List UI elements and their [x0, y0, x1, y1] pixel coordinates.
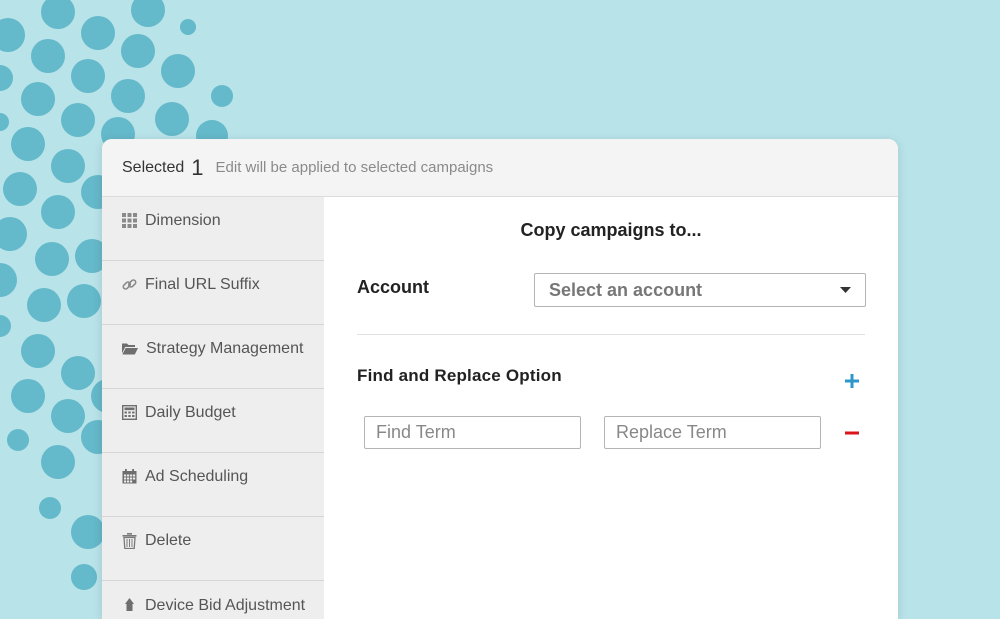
sidebar-item-final-url-suffix[interactable]: Final URL Suffix	[102, 261, 324, 325]
background-dot	[3, 172, 37, 206]
background-dot	[21, 334, 55, 368]
background-dot	[161, 54, 195, 88]
selection-note: Edit will be applied to selected campaig…	[215, 159, 494, 176]
calculator-icon	[122, 405, 137, 420]
background-dot	[11, 127, 45, 161]
sidebar-item-label: Strategy Management	[146, 340, 304, 357]
link-icon	[122, 279, 137, 290]
chevron-down-icon	[840, 287, 851, 293]
sidebar-item-label: Daily Budget	[145, 404, 236, 421]
background-dot	[41, 0, 75, 29]
background-dot	[7, 429, 29, 451]
sidebar-item-device-bid-adjustment[interactable]: Device Bid Adjustment	[102, 581, 324, 619]
background-dot	[61, 103, 95, 137]
background-dot	[131, 0, 165, 27]
background-dot	[0, 263, 17, 297]
grid-icon	[122, 213, 137, 228]
sidebar-item-label: Ad Scheduling	[145, 468, 249, 485]
sidebar-item-strategy-management[interactable]: Strategy Management	[102, 325, 324, 389]
selected-label: Selected	[122, 158, 185, 176]
background-dot	[0, 315, 11, 337]
background-dot	[61, 356, 95, 390]
background-dot	[0, 18, 25, 52]
copy-campaigns-form: Copy campaigns to... Account Select an a…	[324, 197, 898, 619]
find-term-input[interactable]	[364, 416, 581, 449]
bulk-edit-panel: Selected 1 Edit will be applied to selec…	[102, 139, 898, 619]
sidebar-item-ad-scheduling[interactable]: Ad Scheduling	[102, 453, 324, 517]
background-dot	[71, 515, 105, 549]
folder-open-icon	[122, 343, 138, 355]
background-dot	[41, 195, 75, 229]
selected-count: 1	[191, 154, 204, 180]
background-dot	[67, 284, 101, 318]
background-dot	[41, 445, 75, 479]
background-dot	[180, 19, 196, 35]
sidebar-item-daily-budget[interactable]: Daily Budget	[102, 389, 324, 453]
sidebar-item-label: Delete	[145, 532, 192, 549]
background-dot	[0, 65, 13, 91]
account-select-placeholder: Select an account	[549, 279, 703, 300]
background-dot	[211, 85, 233, 107]
find-replace-label: Find and Replace Option	[357, 366, 562, 385]
background-dot	[51, 399, 85, 433]
background-dot	[51, 149, 85, 183]
background-dot	[31, 39, 65, 73]
account-label: Account	[357, 277, 429, 297]
device-icon	[125, 598, 134, 611]
background-dot	[155, 102, 189, 136]
background-dot	[21, 82, 55, 116]
calendar-icon	[122, 469, 137, 484]
section-divider	[357, 334, 865, 335]
form-title: Copy campaigns to...	[520, 220, 702, 240]
selection-header: Selected 1 Edit will be applied to selec…	[102, 139, 898, 197]
background-dot	[0, 217, 27, 251]
background-dot	[35, 242, 69, 276]
background-dot	[81, 16, 115, 50]
background-dot	[0, 113, 9, 131]
sidebar-item-label: Device Bid Adjustment	[145, 597, 306, 614]
sidebar-item-label: Dimension	[145, 212, 221, 229]
background-dot	[39, 497, 61, 519]
background-dot	[11, 379, 45, 413]
sidebar-item-delete[interactable]: Delete	[102, 517, 324, 581]
trash-icon	[122, 533, 137, 549]
remove-row-icon[interactable]	[842, 423, 862, 443]
background-dot	[71, 564, 97, 590]
background-dot	[121, 34, 155, 68]
background-dot	[71, 59, 105, 93]
edit-options-sidebar: Dimension Final URL Suffix Strategy Mana…	[102, 197, 324, 619]
background-dot	[27, 288, 61, 322]
add-row-icon[interactable]	[842, 371, 862, 391]
sidebar-item-label: Final URL Suffix	[145, 276, 260, 293]
account-select[interactable]: Select an account	[534, 273, 866, 307]
background-dot	[111, 79, 145, 113]
replace-term-input[interactable]	[604, 416, 821, 449]
sidebar-item-dimension[interactable]: Dimension	[102, 197, 324, 261]
